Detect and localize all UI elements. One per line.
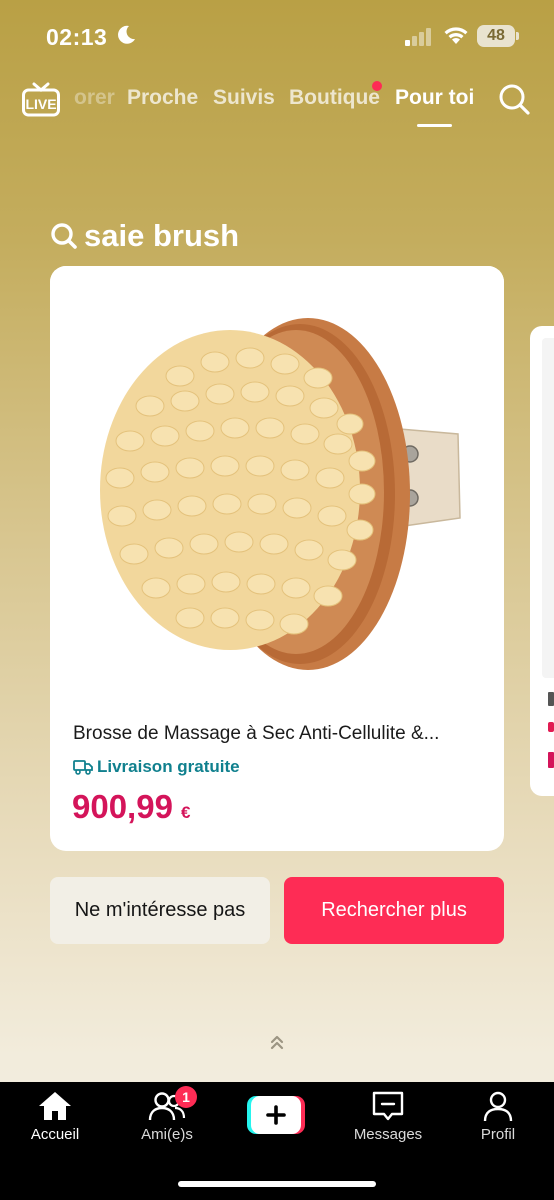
product-title[interactable]: Brosse de Massage à Sec Anti-Cellulite &… xyxy=(73,723,483,745)
status-time: 02:13 xyxy=(46,24,108,50)
status-bar: 02:13 48 xyxy=(0,0,554,70)
live-label: LIVE xyxy=(25,96,56,112)
tab-suivis[interactable]: Suivis xyxy=(213,86,275,110)
home-indicator xyxy=(178,1181,376,1187)
nav-profile[interactable]: Profil xyxy=(470,1090,526,1170)
battery-indicator: 48 xyxy=(477,25,515,47)
profile-icon xyxy=(483,1091,513,1122)
chevron-up-icon xyxy=(270,1035,284,1050)
friends-notification-badge: 1 xyxy=(175,1086,197,1108)
product-card[interactable]: Brosse de Massage à Sec Anti-Cellulite &… xyxy=(50,266,504,851)
price-amount: 900,99 xyxy=(72,788,173,825)
nav-messages[interactable]: Messages xyxy=(346,1090,430,1170)
not-interested-button[interactable]: Ne m'intéresse pas xyxy=(50,877,270,944)
home-icon xyxy=(39,1092,71,1120)
next-product-title-fragment xyxy=(548,692,554,706)
price-currency: € xyxy=(180,803,191,822)
nav-home[interactable]: Accueil xyxy=(22,1090,88,1170)
nav-friends-label: Ami(e)s xyxy=(141,1126,193,1143)
tab-proche[interactable]: Proche xyxy=(127,86,198,110)
product-image xyxy=(50,266,504,706)
create-post-button[interactable] xyxy=(247,1096,305,1134)
tab-boutique[interactable]: Boutique xyxy=(289,86,380,110)
next-product-price-fragment xyxy=(548,752,554,768)
live-icon[interactable]: LIVE xyxy=(22,82,60,118)
cellular-signal-icon xyxy=(405,28,431,46)
search-icon xyxy=(51,223,77,249)
free-shipping-tag: Livraison gratuite xyxy=(73,755,240,779)
boutique-notification-dot xyxy=(372,81,382,91)
moon-icon xyxy=(118,25,135,44)
nav-profile-label: Profil xyxy=(480,1126,516,1143)
search-more-button[interactable]: Rechercher plus xyxy=(284,877,504,944)
delivery-truck-icon xyxy=(73,760,93,775)
tab-pour-toi[interactable]: Pour toi xyxy=(395,86,474,110)
product-price: 900,99 € xyxy=(72,788,190,826)
active-tab-underline xyxy=(417,124,452,127)
search-query: saie brush xyxy=(84,218,240,253)
search-icon[interactable] xyxy=(497,82,531,116)
next-product-tag-fragment xyxy=(548,722,554,732)
message-icon xyxy=(372,1091,404,1121)
battery-tip xyxy=(516,32,519,40)
tab-explorer[interactable]: orer xyxy=(74,86,115,110)
free-shipping-label: Livraison gratuite xyxy=(97,757,240,776)
next-product-card-peek[interactable] xyxy=(530,326,554,796)
nav-home-label: Accueil xyxy=(30,1126,80,1143)
nav-messages-label: Messages xyxy=(353,1126,423,1143)
next-product-image xyxy=(542,338,554,678)
search-suggestion-heading[interactable]: saie brush xyxy=(50,216,239,256)
wifi-icon xyxy=(444,27,468,44)
